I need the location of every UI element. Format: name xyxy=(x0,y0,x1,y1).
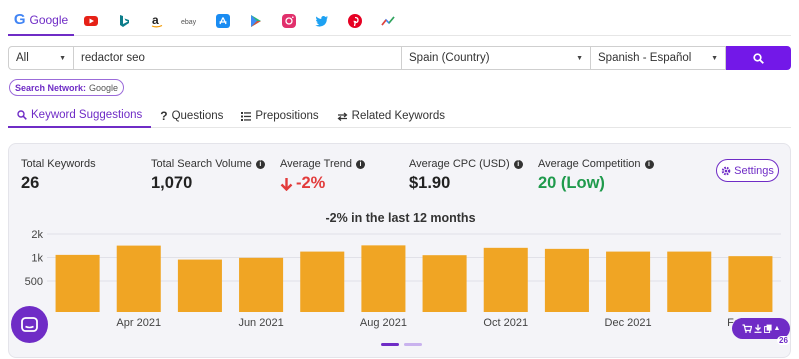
tab-questions-label: Questions xyxy=(171,110,224,122)
playstore-icon xyxy=(250,14,261,27)
engine-tab-trends[interactable] xyxy=(371,6,404,36)
tab-prepositions[interactable]: Prepositions xyxy=(232,104,327,128)
y-tick-label: 2k xyxy=(31,229,43,241)
x-tick-label: Oct 2021 xyxy=(483,317,528,329)
chart-bar xyxy=(239,257,284,312)
tab-related-keywords[interactable]: Related Keywords xyxy=(328,104,454,128)
google-icon: G xyxy=(13,11,26,28)
engine-tab-twitter[interactable] xyxy=(305,6,338,36)
chevron-down-icon: ▼ xyxy=(576,54,583,62)
tab-prepositions-label: Prepositions xyxy=(255,110,319,122)
search-icon xyxy=(753,52,764,64)
download-icon xyxy=(754,324,762,333)
svg-text:a: a xyxy=(152,14,159,27)
chevron-down-icon: ▼ xyxy=(59,54,66,62)
engine-tab-bing[interactable] xyxy=(107,6,140,36)
swap-icon xyxy=(337,112,348,121)
chart-bar xyxy=(300,251,345,312)
location-select[interactable]: Spain (Country) ▼ xyxy=(401,46,591,70)
pinterest-icon xyxy=(347,13,362,28)
search-bar: All ▼ redactor seo Spain (Country) ▼ Spa… xyxy=(8,46,791,70)
amazon-icon: a xyxy=(151,14,162,27)
chart-bar xyxy=(483,247,528,312)
ebay-icon: ebay xyxy=(181,19,197,26)
search-network-badge[interactable]: Search Network: Google xyxy=(9,79,125,96)
engine-tab-youtube[interactable] xyxy=(74,6,107,36)
engine-tab-ebay[interactable]: ebay xyxy=(173,6,206,36)
scope-select-value: All xyxy=(16,52,29,64)
tab-keyword-suggestions[interactable]: Keyword Suggestions xyxy=(8,104,152,128)
keyword-input-value: redactor seo xyxy=(81,52,145,64)
chart-bar xyxy=(55,254,100,312)
chevron-down-icon: ▼ xyxy=(711,54,718,62)
x-tick-label: Dec 2021 xyxy=(605,317,652,329)
appstore-icon xyxy=(215,13,230,28)
search-network-value: Google xyxy=(89,82,119,93)
chart-bar xyxy=(728,256,773,312)
youtube-icon xyxy=(83,15,98,26)
language-select[interactable]: Spanish - Español ▼ xyxy=(590,46,726,70)
y-tick-label: 1k xyxy=(31,252,43,264)
bing-icon xyxy=(119,14,129,27)
search-engine-tabs: G Google a ebay xyxy=(8,6,791,36)
engine-tab-playstore[interactable] xyxy=(239,6,272,36)
engine-tab-pinterest[interactable] xyxy=(338,6,371,36)
stats-panel: Total Keywords 26 Total Search Volume i 1… xyxy=(8,143,791,358)
tab-questions[interactable]: ? Questions xyxy=(151,104,232,128)
engine-tab-amazon[interactable]: a xyxy=(140,6,173,36)
x-tick-label: Aug 2021 xyxy=(360,317,407,329)
search-button[interactable] xyxy=(726,46,791,70)
twitter-icon xyxy=(314,15,328,27)
x-tick-label: Jun 2021 xyxy=(238,317,283,329)
engine-tab-google-label: Google xyxy=(29,12,69,27)
trend-bar-chart: 500 1k 2k Apr 2021 Jun 2021 Aug 2021 Oct 2021 D… xyxy=(25,229,781,329)
search-network-label: Search Network: xyxy=(15,82,87,93)
chart-bar xyxy=(667,251,712,312)
chart-bar xyxy=(422,255,467,312)
carousel-dot[interactable] xyxy=(404,343,422,346)
cart-icon xyxy=(742,324,752,333)
language-select-value: Spanish - Español xyxy=(598,52,692,64)
chart-bar xyxy=(361,245,406,312)
carousel-dot[interactable] xyxy=(381,343,399,346)
cart-count-badge: 26 xyxy=(777,336,790,345)
svg-text:ebay: ebay xyxy=(181,19,197,26)
scope-select[interactable]: All ▼ xyxy=(8,46,74,70)
instagram-icon xyxy=(281,13,296,28)
tab-keyword-suggestions-label: Keyword Suggestions xyxy=(31,109,143,121)
chevron-up-icon: ▲ xyxy=(773,325,781,332)
y-tick-label: 500 xyxy=(25,276,43,288)
engine-tab-appstore[interactable] xyxy=(206,6,239,36)
chat-icon xyxy=(21,316,38,332)
search-icon xyxy=(17,110,27,120)
keyword-input[interactable]: redactor seo xyxy=(73,46,402,70)
tab-related-keywords-label: Related Keywords xyxy=(351,110,445,122)
trends-icon xyxy=(380,15,395,25)
results-tabs: Keyword Suggestions ? Questions Preposit… xyxy=(8,104,791,128)
chart-bar xyxy=(606,251,651,312)
chat-launcher[interactable] xyxy=(11,306,48,343)
chart-bar xyxy=(116,245,161,312)
carousel-pagination xyxy=(381,343,422,346)
chart-bar xyxy=(177,259,222,312)
list-icon xyxy=(241,111,252,121)
location-select-value: Spain (Country) xyxy=(409,52,490,64)
copy-icon xyxy=(763,324,772,333)
engine-tab-instagram[interactable] xyxy=(272,6,305,36)
engine-tab-google[interactable]: G Google xyxy=(8,6,74,36)
x-tick-label: Apr 2021 xyxy=(116,317,161,329)
chart-bar xyxy=(544,248,589,312)
question-icon: ? xyxy=(160,109,168,123)
